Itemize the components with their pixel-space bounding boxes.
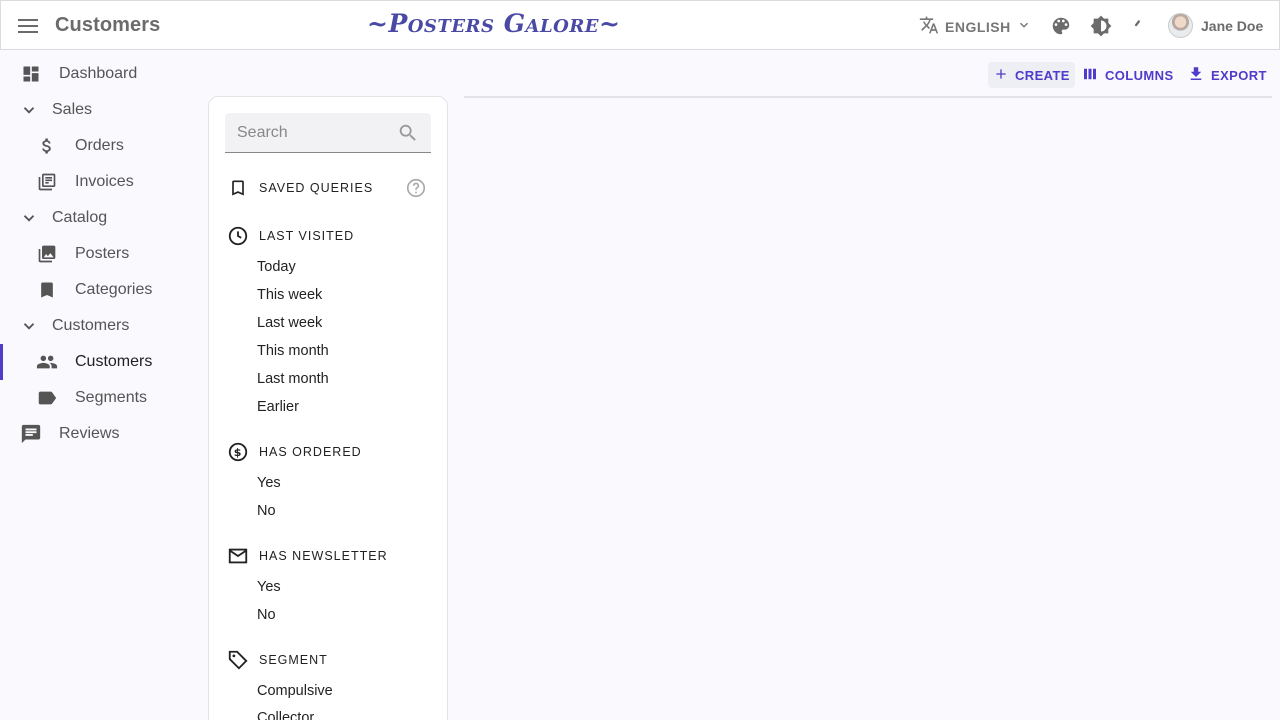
page-title: Customers — [55, 14, 161, 36]
app-bar: Customers ~Posters Galore~ ENGLISH Jane … — [0, 0, 1280, 50]
search-input[interactable] — [237, 123, 397, 142]
sidebar-item-segments[interactable]: Segments — [0, 380, 200, 416]
sidebar-item-posters[interactable]: Posters — [0, 236, 200, 272]
filter-option-newsletter-yes[interactable]: Yes — [257, 579, 281, 595]
language-label: ENGLISH — [945, 18, 1011, 35]
dollar-icon — [36, 135, 58, 157]
search-field[interactable] — [225, 113, 431, 153]
label-icon — [36, 387, 58, 409]
sidebar-item-customers[interactable]: Customers — [0, 344, 200, 380]
help-icon[interactable] — [405, 177, 427, 199]
bookmark-icon — [36, 279, 58, 301]
people-icon — [36, 351, 58, 373]
sidebar-item-reviews[interactable]: Reviews — [0, 416, 200, 452]
comment-icon — [20, 423, 42, 445]
filter-option-ordered-yes[interactable]: Yes — [257, 475, 281, 491]
chevron-down-icon — [18, 315, 40, 337]
sidebar-item-dashboard[interactable]: Dashboard — [0, 56, 200, 92]
sidebar-group-sales[interactable]: Sales — [0, 92, 200, 128]
brand-logo: ~Posters Galore~ — [367, 9, 621, 38]
filter-option-this-week[interactable]: This week — [257, 287, 322, 303]
user-menu[interactable]: Jane Doe — [1168, 13, 1263, 38]
tag-icon — [227, 649, 249, 671]
palette-icon[interactable] — [1049, 14, 1073, 38]
user-name: Jane Doe — [1201, 17, 1264, 34]
export-button[interactable]: EXPORT — [1182, 62, 1272, 88]
create-button[interactable]: CREATE — [988, 62, 1075, 88]
menu-icon[interactable] — [16, 14, 40, 38]
columns-button[interactable]: COLUMNS — [1076, 62, 1179, 88]
avatar — [1168, 13, 1193, 38]
has-ordered-header: $ HAS ORDERED — [227, 441, 362, 463]
svg-text:$: $ — [234, 446, 243, 459]
filter-option-ordered-no[interactable]: No — [257, 503, 276, 519]
bookmark-border-icon — [227, 177, 249, 199]
library-books-icon — [36, 171, 58, 193]
chevron-down-icon — [18, 99, 40, 121]
download-icon — [1187, 65, 1205, 86]
refresh-icon[interactable] — [1125, 14, 1149, 38]
sidebar: Dashboard Sales Orders Invoices Catalog … — [0, 56, 200, 452]
sidebar-item-orders[interactable]: Orders — [0, 128, 200, 164]
filter-option-newsletter-no[interactable]: No — [257, 607, 276, 623]
filter-option-today[interactable]: Today — [257, 259, 296, 275]
has-newsletter-header: HAS NEWSLETTER — [227, 545, 388, 567]
filter-option-earlier[interactable]: Earlier — [257, 399, 299, 415]
filter-sidebar: SAVED QUERIES LAST VISITED Today This we… — [208, 96, 448, 720]
filter-option-last-month[interactable]: Last month — [257, 371, 329, 387]
filter-option-segment-compulsive[interactable]: Compulsive — [257, 683, 333, 699]
dashboard-icon — [20, 63, 42, 85]
chevron-down-icon — [18, 207, 40, 229]
view-column-icon — [1081, 65, 1099, 86]
filter-option-this-month[interactable]: This month — [257, 343, 329, 359]
clock-icon — [227, 225, 249, 247]
chevron-down-icon — [1017, 18, 1031, 35]
search-icon — [397, 122, 419, 144]
collections-icon — [36, 243, 58, 265]
sidebar-item-categories[interactable]: Categories — [0, 272, 200, 308]
translate-icon — [919, 15, 939, 38]
filter-option-segment-collector[interactable]: Collector — [257, 710, 314, 720]
language-selector[interactable]: ENGLISH — [919, 15, 1031, 38]
sidebar-item-invoices[interactable]: Invoices — [0, 164, 200, 200]
mail-icon — [227, 545, 249, 567]
sidebar-group-customers[interactable]: Customers — [0, 308, 200, 344]
segment-header: SEGMENT — [227, 649, 328, 671]
list-divider — [464, 96, 1272, 98]
last-visited-header: LAST VISITED — [227, 225, 354, 247]
plus-icon — [993, 66, 1009, 85]
saved-queries-header: SAVED QUERIES — [227, 177, 373, 199]
brightness-icon[interactable] — [1089, 14, 1113, 38]
filter-option-last-week[interactable]: Last week — [257, 315, 322, 331]
sidebar-group-catalog[interactable]: Catalog — [0, 200, 200, 236]
monetization-icon: $ — [227, 441, 249, 463]
